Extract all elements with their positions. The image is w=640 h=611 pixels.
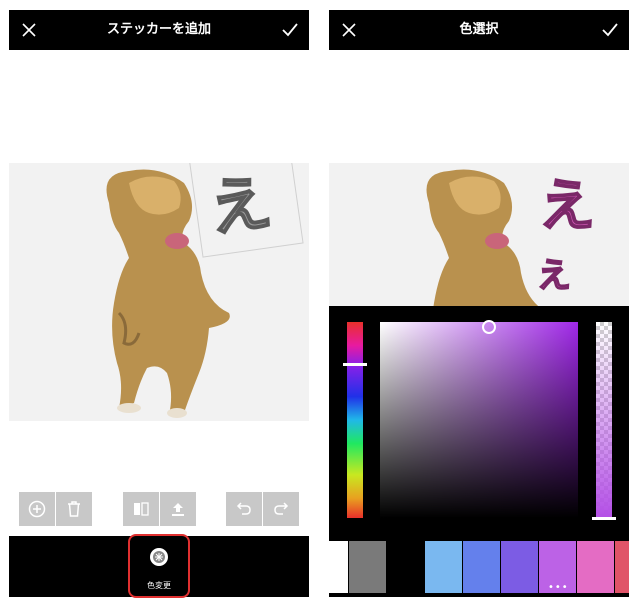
sticker-add-screen: ステッカーを追加 え 色変更 — [9, 0, 309, 611]
photo-canvas[interactable]: え え — [329, 163, 629, 306]
flip-button[interactable] — [123, 492, 159, 526]
sticker-text-gray[interactable]: え — [203, 164, 277, 247]
color-swatch-bar: ••• — [329, 537, 629, 597]
add-button[interactable] — [19, 492, 55, 526]
opacity-slider[interactable] — [596, 322, 612, 518]
undo-button[interactable] — [226, 492, 262, 526]
swatch-red[interactable] — [615, 541, 629, 593]
hue-slider[interactable] — [347, 322, 363, 518]
photo-canvas[interactable]: え — [9, 163, 309, 421]
trash-icon — [68, 501, 80, 517]
color-select-screen: 色選択 え え ••• — [329, 0, 629, 611]
hue-slider-handle[interactable] — [343, 363, 367, 366]
sticker-text-large[interactable]: え — [538, 178, 596, 236]
flip-icon — [134, 502, 149, 516]
redo-icon — [274, 502, 289, 515]
swatch-white[interactable] — [329, 541, 348, 593]
swatch-black[interactable] — [387, 541, 424, 593]
saturation-brightness-picker[interactable] — [380, 322, 578, 518]
more-options-icon[interactable]: ••• — [548, 583, 568, 593]
delete-button[interactable] — [56, 492, 92, 526]
redo-button[interactable] — [263, 492, 299, 526]
color-change-icon — [150, 548, 168, 566]
bring-front-button[interactable] — [160, 492, 196, 526]
undo-icon — [236, 502, 251, 515]
edit-toolbar — [9, 492, 309, 528]
upload-icon — [172, 503, 184, 516]
color-picker — [329, 306, 629, 537]
swatch-indigo[interactable] — [501, 541, 538, 593]
opacity-slider-handle[interactable] — [592, 517, 616, 520]
color-change-label: 色変更 — [147, 581, 171, 590]
page-title: 色選択 — [459, 22, 499, 37]
top-bar: ステッカーを追加 — [9, 10, 309, 50]
swatch-blue[interactable] — [463, 541, 500, 593]
confirm-check-icon[interactable] — [602, 23, 618, 37]
top-bar: 色選択 — [329, 10, 629, 50]
page-title: ステッカーを追加 — [106, 22, 211, 37]
swatch-pink[interactable] — [577, 541, 614, 593]
swatch-light-blue[interactable] — [425, 541, 462, 593]
color-change-button[interactable]: 色変更 — [128, 534, 190, 598]
confirm-check-icon[interactable] — [282, 23, 298, 37]
add-circle-icon — [28, 500, 46, 518]
color-picker-handle[interactable] — [482, 320, 496, 334]
sticker-text-small[interactable]: え — [536, 258, 572, 294]
swatch-gray[interactable] — [349, 541, 386, 593]
